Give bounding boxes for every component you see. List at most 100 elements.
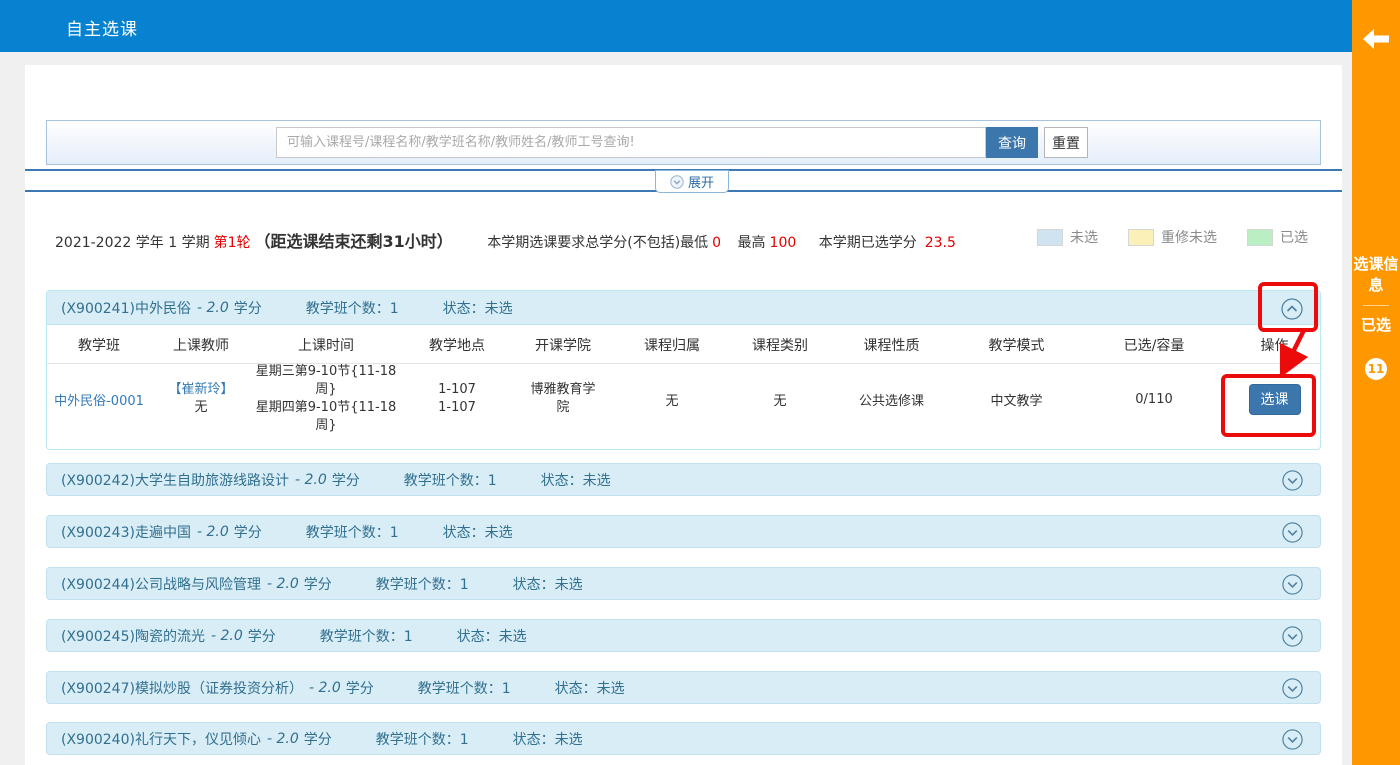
- course-status: 状态：未选: [457, 626, 527, 646]
- chevron-down-circle-icon: [1281, 625, 1304, 648]
- course-credit-suffix: 学分: [304, 574, 332, 594]
- expand-course-button[interactable]: [1281, 469, 1304, 496]
- course-panel-expanded: (X900241)中外民俗 - 2.0 学分 教学班个数：1 状态：未选 教学班…: [46, 290, 1321, 450]
- course-credit: - 2.0: [197, 524, 229, 540]
- course-code-name: (X900241)中外民俗: [61, 298, 191, 318]
- course-credit: - 2.0: [211, 628, 243, 644]
- class-row: 中外民俗-0001 【崔新玲】 无 星期三第9-10节{11-18周} 星期四第…: [47, 364, 1320, 434]
- course-header-bar[interactable]: (X900241)中外民俗 - 2.0 学分 教学班个数：1 状态：未选: [47, 291, 1320, 325]
- page-title: 自主选课: [66, 15, 138, 40]
- legend-label-retake: 重修未选: [1161, 227, 1217, 247]
- legend-label-unselected: 未选: [1070, 227, 1098, 247]
- course-class-count: 教学班个数：1: [376, 574, 469, 594]
- course-code-name: (X900240)礼行天下，仪见倾心: [61, 729, 261, 749]
- back-arrow-icon[interactable]: [1362, 28, 1390, 50]
- col-header-class: 教学班: [47, 335, 151, 355]
- expand-label: 展开: [688, 172, 714, 191]
- class-time-1: 星期三第9-10节{11-18周}: [251, 363, 401, 399]
- round-text: 第1轮: [214, 235, 251, 251]
- col-header-action: 操作: [1229, 335, 1320, 355]
- app-header: 自主选课: [0, 0, 1352, 52]
- course-credit-suffix: 学分: [234, 298, 262, 318]
- sidebar-tab-selected[interactable]: 已选: [1352, 315, 1400, 336]
- col-header-college: 开课学院: [513, 335, 613, 355]
- chevron-down-circle-icon: [1281, 728, 1304, 751]
- course-category: 无: [731, 390, 829, 409]
- main-content-card: 查询 重置 展开 2021-2022 学年 1 学期第1轮（距选课结束还剩31小…: [25, 65, 1342, 765]
- course-belong: 无: [613, 390, 731, 409]
- course-class-count: 教学班个数：1: [306, 522, 399, 542]
- legend-label-selected: 已选: [1280, 227, 1308, 247]
- max-credits: 100: [770, 235, 797, 251]
- collapse-button[interactable]: [1280, 297, 1304, 325]
- course-credit-suffix: 学分: [332, 470, 360, 490]
- chevron-down-circle-icon: [1281, 573, 1304, 596]
- max-label: 最高: [738, 235, 766, 251]
- course-bar-3[interactable]: (X900244)公司战略与风险管理 - 2.0 学分 教学班个数：1 状态：未…: [46, 567, 1321, 600]
- class-location-2: 1-107: [401, 399, 513, 417]
- col-header-category: 课程类别: [731, 335, 829, 355]
- countdown-text: （距选课结束还剩31小时）: [255, 232, 453, 251]
- col-header-nature: 课程性质: [829, 335, 954, 355]
- class-location-1: 1-107: [401, 381, 513, 399]
- reset-button[interactable]: 重置: [1044, 127, 1088, 158]
- course-status: 状态：未选: [443, 522, 513, 542]
- course-bar-1[interactable]: (X900242)大学生自助旅游线路设计 - 2.0 学分 教学班个数：1 状态…: [46, 463, 1321, 496]
- sidebar-tab-selection-info[interactable]: 选课信息: [1352, 254, 1400, 296]
- course-credit-suffix: 学分: [304, 729, 332, 749]
- selection-info-sidebar[interactable]: 选课信息 已选 11: [1352, 0, 1400, 765]
- course-status: 状态：未选: [443, 298, 513, 318]
- selected-credits-value: 23.5: [925, 235, 956, 251]
- selected-credits-label: 本学期已选学分: [819, 235, 917, 251]
- course-credit-suffix: 学分: [346, 678, 374, 698]
- expand-toggle-button[interactable]: 展开: [655, 170, 729, 193]
- course-credit: - 2.0: [197, 300, 229, 316]
- course-code-name: (X900243)走遍中国: [61, 522, 191, 542]
- chevron-down-circle-icon: [670, 175, 684, 189]
- expand-course-button[interactable]: [1281, 573, 1304, 600]
- course-credit: - 2.0: [309, 680, 341, 696]
- course-bar-5[interactable]: (X900247)模拟炒股（证券投资分析） - 2.0 学分 教学班个数：1 状…: [46, 671, 1321, 704]
- selected-count-badge: 11: [1365, 358, 1387, 380]
- course-nature: 公共选修课: [829, 390, 954, 409]
- term-text: 2021-2022 学年 1 学期: [55, 235, 210, 251]
- chevron-up-circle-icon: [1280, 297, 1304, 321]
- sidebar-divider: [1363, 305, 1389, 306]
- status-legend: 未选 重修未选 已选: [1037, 227, 1308, 247]
- class-name-link[interactable]: 中外民俗-0001: [54, 394, 144, 409]
- course-status: 状态：未选: [555, 678, 625, 698]
- course-class-count: 教学班个数：1: [320, 626, 413, 646]
- legend-swatch-retake: [1128, 229, 1154, 246]
- course-class-count: 教学班个数：1: [404, 470, 497, 490]
- course-bar-4[interactable]: (X900245)陶瓷的流光 - 2.0 学分 教学班个数：1 状态：未选: [46, 619, 1321, 652]
- course-bar-6[interactable]: (X900240)礼行天下，仪见倾心 - 2.0 学分 教学班个数：1 状态：未…: [46, 722, 1321, 755]
- select-course-button[interactable]: 选课: [1249, 384, 1301, 415]
- expand-course-button[interactable]: [1281, 677, 1304, 704]
- course-code-name: (X900245)陶瓷的流光: [61, 626, 205, 646]
- course-status: 状态：未选: [513, 574, 583, 594]
- col-header-location: 教学地点: [401, 335, 513, 355]
- query-button[interactable]: 查询: [986, 127, 1038, 158]
- chevron-down-circle-icon: [1281, 469, 1304, 492]
- class-time-2: 星期四第9-10节{11-18周}: [251, 399, 401, 435]
- course-bar-2[interactable]: (X900243)走遍中国 - 2.0 学分 教学班个数：1 状态：未选: [46, 515, 1321, 548]
- course-credit: - 2.0: [295, 472, 327, 488]
- col-header-belong: 课程归属: [613, 335, 731, 355]
- teacher-extra: 无: [151, 399, 251, 417]
- table-header-row: 教学班 上课教师 上课时间 教学地点 开课学院 课程归属 课程类别 课程性质 教…: [47, 326, 1320, 364]
- college-name: 博雅教育学院: [513, 381, 613, 417]
- teacher-name: 【崔新玲】: [151, 381, 251, 399]
- chevron-down-circle-icon: [1281, 677, 1304, 700]
- chevron-down-circle-icon: [1281, 521, 1304, 544]
- expand-course-button[interactable]: [1281, 521, 1304, 548]
- legend-swatch-unselected: [1037, 229, 1063, 246]
- course-code-name: (X900242)大学生自助旅游线路设计: [61, 470, 289, 490]
- expand-course-button[interactable]: [1281, 728, 1304, 755]
- requirement-label: 本学期选课要求总学分(不包括)最低: [487, 235, 708, 251]
- legend-swatch-selected: [1247, 229, 1273, 246]
- expand-course-button[interactable]: [1281, 625, 1304, 652]
- course-credit: - 2.0: [267, 731, 299, 747]
- search-input[interactable]: [276, 127, 986, 158]
- col-header-capacity: 已选/容量: [1079, 335, 1229, 355]
- course-class-count: 教学班个数：1: [306, 298, 399, 318]
